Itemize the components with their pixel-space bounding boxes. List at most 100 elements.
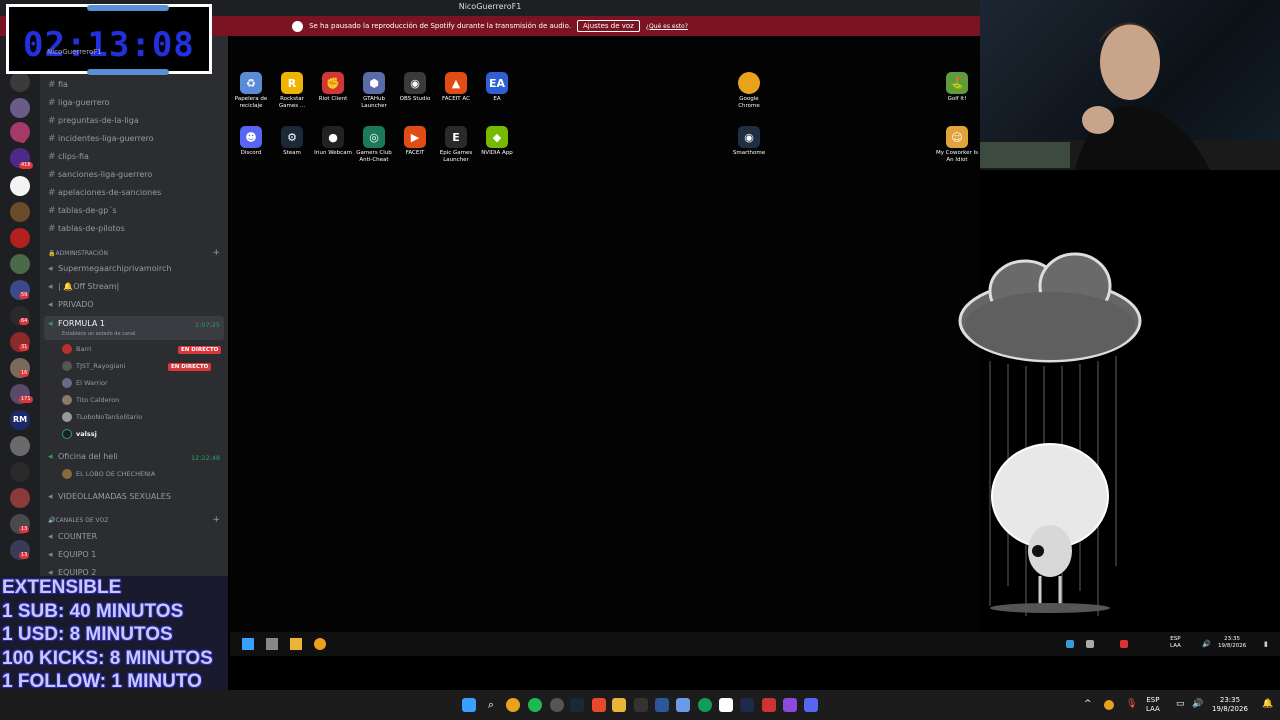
server-icon[interactable]	[10, 72, 30, 92]
discord-taskbar-icon[interactable]	[804, 698, 818, 712]
desktop-icon[interactable]: ● Iriun Webcam	[314, 126, 352, 157]
add-channel-icon[interactable]: +	[212, 248, 220, 258]
desktop-icon[interactable]: ✊ Riot Client	[314, 72, 352, 103]
volume-icon[interactable]: 🔊	[1192, 699, 1203, 709]
voice-channel-oficina[interactable]: ◂ Oficina del heli	[48, 452, 118, 462]
text-channel[interactable]: # tablas-de-gp´s	[48, 206, 117, 216]
file-explorer-icon[interactable]	[612, 698, 626, 712]
text-channel[interactable]: # apelaciones-de-sanciones	[48, 188, 161, 198]
voice-user[interactable]: Barri	[62, 344, 91, 354]
photoshop-taskbar-icon[interactable]	[740, 698, 754, 712]
add-channel-icon[interactable]: +	[212, 515, 220, 525]
text-channel[interactable]: # liga-guerrero	[48, 98, 110, 108]
desktop-icon[interactable]: ♻ Papelera de reciclaje	[232, 72, 270, 110]
server-icon[interactable]	[10, 254, 30, 274]
desktop-icon[interactable]: ◉ OBS Studio	[396, 72, 434, 103]
search-icon[interactable]: ⌕	[484, 698, 498, 712]
desktop-icon-label: GTAHub Launcher	[361, 96, 387, 109]
notification-icon[interactable]: 🔔	[1262, 699, 1273, 709]
inner-lang[interactable]: ESP LAA	[1170, 636, 1181, 650]
desktop-icon[interactable]: E Epic Games Launcher	[437, 126, 475, 164]
chrome-icon	[738, 72, 760, 94]
tray-icon[interactable]	[1104, 700, 1114, 710]
task-view-icon[interactable]	[266, 638, 278, 650]
voice-user[interactable]: Tito Calderon	[62, 395, 119, 405]
channel-status-hint[interactable]: Establece un estado de canal	[62, 331, 136, 337]
desktop-icon[interactable]: ▶ FACEIT	[396, 126, 434, 157]
file-explorer-icon[interactable]	[290, 638, 302, 650]
app-icon: ●	[322, 126, 344, 148]
voice-channel[interactable]: ◂ Supermegaarchiprivamoirch	[48, 264, 171, 274]
volume-icon[interactable]: 🔊	[1202, 640, 1211, 648]
network-icon[interactable]: ▭	[1176, 699, 1185, 709]
app-taskbar-icon[interactable]	[762, 698, 776, 712]
desktop-icon-chrome[interactable]: Google Chrome	[730, 72, 768, 110]
app-taskbar-icon[interactable]	[676, 698, 690, 712]
server-icon[interactable]	[10, 462, 30, 482]
microphone-icon[interactable]: 🎙	[1126, 699, 1137, 709]
server-icon[interactable]	[10, 122, 30, 142]
obs-taskbar-icon[interactable]	[550, 698, 564, 712]
avatar	[62, 429, 72, 439]
voice-channel[interactable]: ◂ EQUIPO 1	[48, 550, 96, 560]
server-icon[interactable]	[10, 228, 30, 248]
notification-icon[interactable]: ▮	[1264, 640, 1268, 648]
tray-icon[interactable]	[1086, 640, 1094, 648]
voice-user[interactable]: EL LOBO DE CHECHENIA	[62, 469, 155, 479]
tray-icon[interactable]	[1120, 640, 1128, 648]
desktop-icon[interactable]: ⚙ Steam	[273, 126, 311, 157]
desktop-icon[interactable]: ◆ NVIDIA App	[478, 126, 516, 157]
spotify-taskbar-icon[interactable]	[528, 698, 542, 712]
server-icon[interactable]	[10, 488, 30, 508]
voice-channel[interactable]: ◂ PRIVADO	[48, 300, 94, 310]
voice-channel[interactable]: ◂ COUNTER	[48, 532, 97, 542]
voice-user[interactable]: El Warrior	[62, 378, 108, 388]
server-icon[interactable]	[10, 436, 30, 456]
server-icon-rm[interactable]: RM	[10, 410, 30, 430]
voice-channel[interactable]: ◂ | 🔔Off Stream|	[48, 282, 119, 292]
what-is-this-link[interactable]: ¿Qué es esto?	[646, 23, 688, 30]
word-taskbar-icon[interactable]	[655, 698, 669, 712]
category-admin[interactable]: 🔒ADMINISTRACIÓN	[48, 250, 108, 257]
text-channel-fia[interactable]: # fia	[48, 80, 68, 90]
desktop-icon[interactable]: ◎ Gamers Club Anti-Cheat	[355, 126, 393, 164]
voice-user[interactable]: TLoboNoTanSolitario	[62, 412, 142, 422]
start-button[interactable]	[242, 638, 254, 650]
chrome-taskbar-icon[interactable]	[506, 698, 520, 712]
text-channel[interactable]: # clips-fia	[48, 152, 89, 162]
brave-taskbar-icon[interactable]	[592, 698, 606, 712]
app-taskbar-icon[interactable]	[719, 698, 733, 712]
text-channel[interactable]: # preguntas-de-la-liga	[48, 116, 139, 126]
app-taskbar-icon[interactable]	[783, 698, 797, 712]
server-icon[interactable]	[10, 176, 30, 196]
voice-user[interactable]: TJST_Rayogiani	[62, 361, 125, 371]
text-channel[interactable]: # incidentes-liga-guerrero	[48, 134, 154, 144]
start-button[interactable]	[462, 698, 476, 712]
text-channel[interactable]: # sanciones-liga-guerrero	[48, 170, 152, 180]
chevron-up-icon[interactable]: ^	[1084, 699, 1092, 709]
steam-taskbar-icon[interactable]	[570, 698, 584, 712]
desktop-icon[interactable]: EA EA	[478, 72, 516, 103]
voice-channel[interactable]: ◂ VIDEOLLAMADAS SEXUALES	[48, 492, 171, 502]
text-channel[interactable]: # tablas-de-pilotos	[48, 224, 125, 234]
desktop-icon[interactable]: R Rockstar Games ...	[273, 72, 311, 110]
desktop-icon-golf[interactable]: ⛳ Golf It!	[938, 72, 976, 103]
desktop-icon[interactable]: ☻ Discord	[232, 126, 270, 157]
voice-channel-formula[interactable]: ◂ FORMULA 1	[48, 319, 105, 329]
chrome-taskbar-icon[interactable]	[314, 638, 326, 650]
voice-settings-button[interactable]: Ajustes de voz	[577, 20, 640, 32]
desktop-icon-smarthome[interactable]: ◉ Smarthome	[730, 126, 768, 157]
server-icon[interactable]	[10, 98, 30, 118]
outer-clock[interactable]: 23:35 19/8/2026	[1212, 696, 1248, 714]
server-icon[interactable]	[10, 202, 30, 222]
desktop-icon[interactable]: ▲ FACEIT AC	[437, 72, 475, 103]
desktop-icon[interactable]: ⬢ GTAHub Launcher	[355, 72, 393, 110]
outer-lang[interactable]: ESP LAA	[1146, 696, 1160, 714]
app-taskbar-icon[interactable]	[634, 698, 648, 712]
voice-user[interactable]: valssj	[62, 429, 97, 439]
category-voice[interactable]: 🔊CANALES DE VOZ	[48, 517, 108, 524]
inner-clock[interactable]: 23:35 19/8/2026	[1218, 636, 1246, 650]
desktop-icon-coworker[interactable]: ☺ My Coworker Is An Idiot	[934, 126, 980, 164]
edge-taskbar-icon[interactable]	[698, 698, 712, 712]
tray-icon[interactable]	[1066, 640, 1074, 648]
